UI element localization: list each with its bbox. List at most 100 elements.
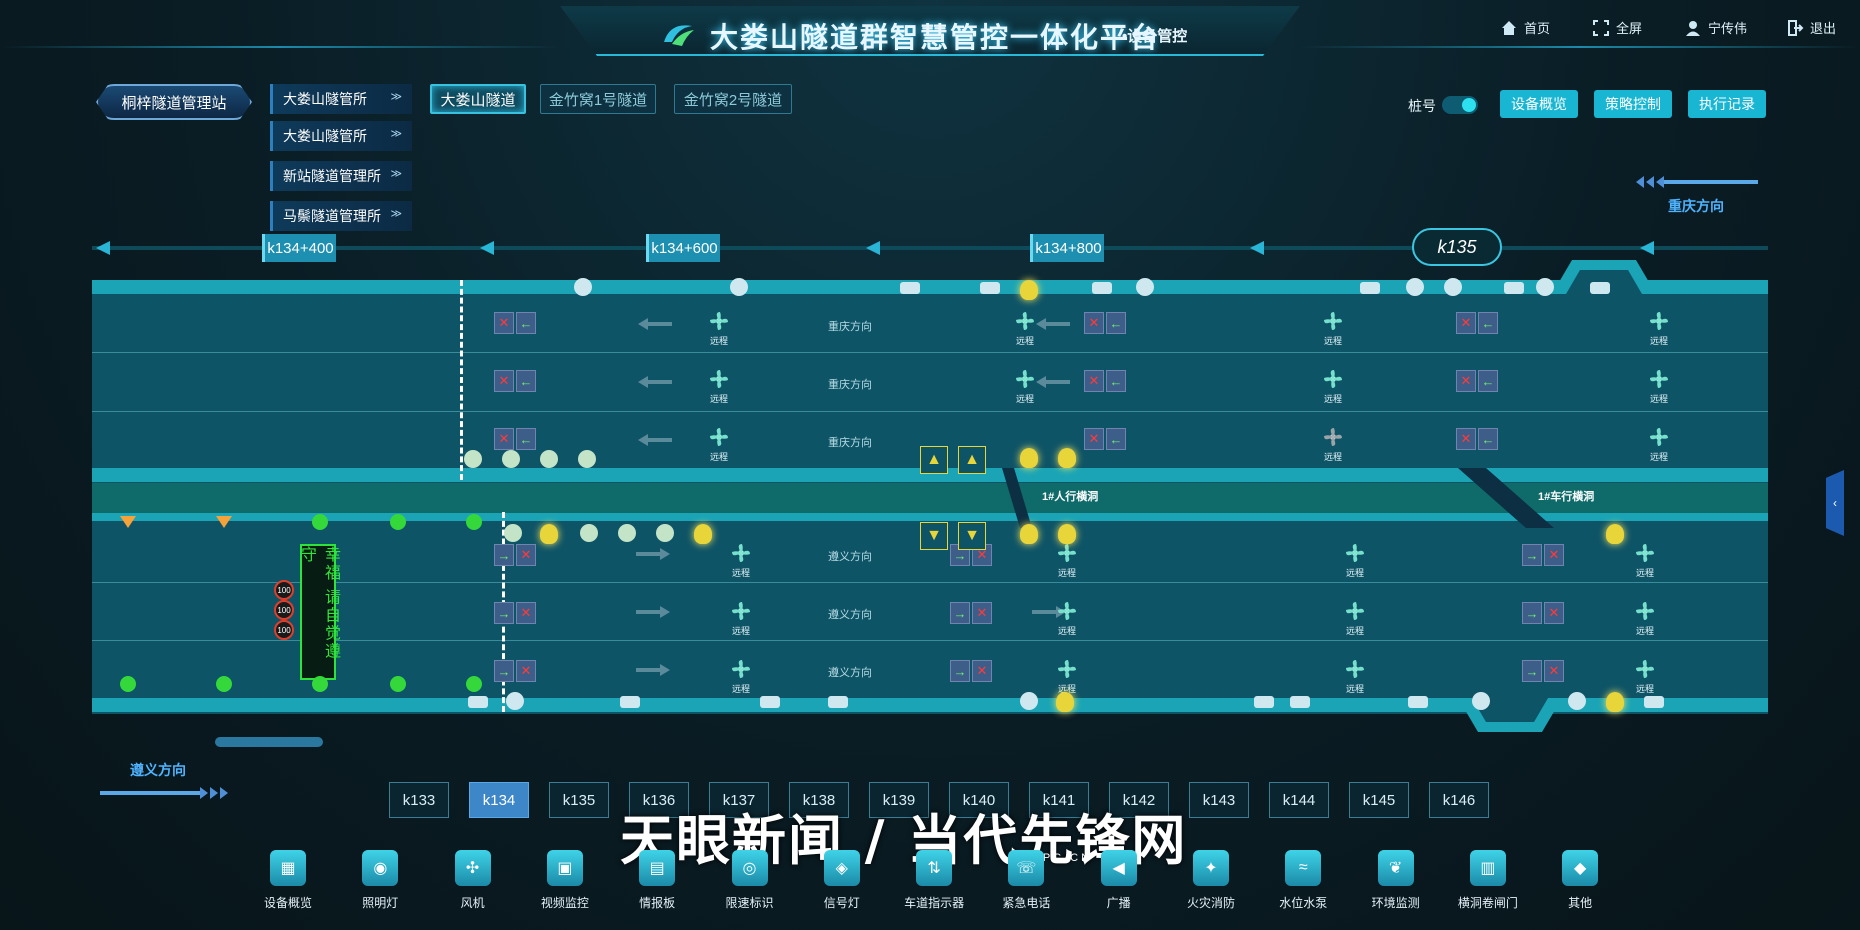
fan-icon[interactable] — [1344, 542, 1366, 564]
lane-indicator[interactable]: ✕ ← — [1084, 370, 1126, 392]
lamp-icon[interactable] — [504, 524, 522, 542]
lane-indicator[interactable]: → ✕ — [494, 544, 536, 566]
lamp-icon[interactable] — [578, 450, 596, 468]
toolbar-item[interactable]: ◉ 照明灯 — [340, 850, 420, 911]
fan-icon[interactable] — [730, 658, 752, 680]
toolbar-item[interactable]: ◆ 其他 — [1540, 850, 1620, 911]
status-light-green[interactable] — [120, 676, 136, 692]
toolbar-item[interactable]: ✦ 火灾消防 — [1171, 850, 1251, 911]
fan-icon[interactable] — [708, 426, 730, 448]
manager-item-1[interactable]: 大娄山隧管所 ≫ — [270, 84, 412, 114]
bulb-icon[interactable] — [540, 524, 558, 544]
camera-icon[interactable] — [760, 696, 780, 708]
speed-limit-sign[interactable]: 100 — [274, 600, 294, 620]
nav-user[interactable]: 宁传伟 — [1684, 18, 1747, 37]
fan-icon[interactable] — [1056, 600, 1078, 622]
km-tab-k145[interactable]: k145 — [1349, 782, 1409, 818]
lane-indicator[interactable]: → ✕ — [950, 660, 992, 682]
bulb-icon[interactable] — [1606, 524, 1624, 544]
fan-icon[interactable] — [1322, 310, 1344, 332]
dome-camera-icon[interactable] — [1472, 692, 1490, 710]
dome-camera-icon[interactable] — [1568, 692, 1586, 710]
status-light-green[interactable] — [216, 676, 232, 692]
bulb-icon[interactable] — [1058, 524, 1076, 544]
side-panel-toggle[interactable]: ‹ — [1826, 470, 1844, 536]
warning-icon[interactable]: ▼ — [920, 522, 948, 550]
status-light-green[interactable] — [390, 676, 406, 692]
bulb-icon[interactable] — [694, 524, 712, 544]
lamp-icon[interactable] — [502, 450, 520, 468]
lane-indicator[interactable]: ✕ ← — [1456, 428, 1498, 450]
manager-item-3[interactable]: 新站隧道管理所 ≫ — [270, 161, 412, 191]
fan-icon[interactable] — [708, 310, 730, 332]
dome-camera-icon[interactable] — [1406, 278, 1424, 296]
toolbar-item[interactable]: ❦ 环境监测 — [1356, 850, 1436, 911]
camera-icon[interactable] — [1504, 282, 1524, 294]
fan-icon[interactable] — [730, 542, 752, 564]
variable-message-sign[interactable]: 幸福 请自觉遵守 — [298, 544, 339, 680]
nav-home[interactable]: 首页 — [1500, 18, 1550, 37]
camera-icon[interactable] — [1408, 696, 1428, 708]
camera-icon[interactable] — [1092, 282, 1112, 294]
bulb-icon[interactable] — [1020, 448, 1038, 468]
status-light-green[interactable] — [312, 676, 328, 692]
toolbar-item[interactable]: ✣ 风机 — [433, 850, 513, 911]
camera-icon[interactable] — [1644, 696, 1664, 708]
bulb-icon[interactable] — [1020, 280, 1038, 300]
toolbar-item[interactable]: ☏ 紧急电话 — [986, 850, 1066, 911]
dome-camera-icon[interactable] — [1536, 278, 1554, 296]
warning-icon[interactable]: ▼ — [958, 522, 986, 550]
fan-icon[interactable] — [1322, 368, 1344, 390]
warning-triangle-icon[interactable] — [120, 516, 136, 528]
toolbar-item[interactable]: ◎ 限速标识 — [710, 850, 790, 911]
toolbar-item[interactable]: ▦ 设备概览 — [248, 850, 328, 911]
bulb-icon[interactable] — [1056, 692, 1074, 712]
lane-indicator[interactable]: ✕ ← — [494, 428, 536, 450]
status-light-green[interactable] — [312, 514, 328, 530]
toolbar-item[interactable]: ▤ 情报板 — [617, 850, 697, 911]
fan-icon[interactable] — [1014, 310, 1036, 332]
lane-indicator[interactable]: → ✕ — [494, 660, 536, 682]
camera-icon[interactable] — [828, 696, 848, 708]
warning-icon[interactable]: ▲ — [958, 446, 986, 474]
lane-indicator[interactable]: ✕ ← — [494, 370, 536, 392]
fan-icon[interactable] — [1344, 658, 1366, 680]
status-light-green[interactable] — [390, 514, 406, 530]
lamp-icon[interactable] — [580, 524, 598, 542]
km-tab-k135[interactable]: k135 — [549, 782, 609, 818]
camera-icon[interactable] — [620, 696, 640, 708]
km-tab-k134[interactable]: k134 — [469, 782, 529, 818]
fan-icon[interactable] — [1056, 542, 1078, 564]
overview-button[interactable]: 设备概览 — [1500, 90, 1578, 118]
km-tab-k133[interactable]: k133 — [389, 782, 449, 818]
tab-tunnel-2[interactable]: 金竹窝1号隧道 — [540, 84, 656, 114]
camera-icon[interactable] — [468, 696, 488, 708]
warning-triangle-icon[interactable] — [216, 516, 232, 528]
fan-icon[interactable] — [708, 368, 730, 390]
camera-icon[interactable] — [1360, 282, 1380, 294]
lane-indicator[interactable]: ✕ ← — [1456, 370, 1498, 392]
bulb-icon[interactable] — [1020, 524, 1038, 544]
fan-icon-off[interactable] — [1322, 426, 1344, 448]
lane-indicator[interactable]: → ✕ — [1522, 602, 1564, 624]
manager-item-2[interactable]: 大娄山隧管所 ≫ — [270, 121, 412, 151]
lane-indicator[interactable]: ✕ ← — [494, 312, 536, 334]
km-tab-k144[interactable]: k144 — [1269, 782, 1329, 818]
fan-icon[interactable] — [1014, 368, 1036, 390]
camera-icon[interactable] — [1290, 696, 1310, 708]
toolbar-item[interactable]: ▥ 横洞卷闸门 — [1448, 850, 1528, 911]
strategy-button[interactable]: 策略控制 — [1594, 90, 1672, 118]
tab-tunnel-3[interactable]: 金竹窝2号隧道 — [674, 84, 792, 114]
station-selector[interactable]: 桐梓隧道管理站 — [96, 84, 252, 120]
dome-camera-icon[interactable] — [506, 692, 524, 710]
fan-icon[interactable] — [1648, 310, 1670, 332]
lamp-icon[interactable] — [540, 450, 558, 468]
pile-toggle[interactable] — [1442, 96, 1478, 114]
km-tab-k146[interactable]: k146 — [1429, 782, 1489, 818]
status-light-green[interactable] — [466, 514, 482, 530]
camera-icon[interactable] — [980, 282, 1000, 294]
fan-icon[interactable] — [1634, 600, 1656, 622]
lane-indicator[interactable]: → ✕ — [1522, 544, 1564, 566]
tab-tunnel-1[interactable]: 大娄山隧道 — [430, 84, 526, 114]
camera-icon[interactable] — [1254, 696, 1274, 708]
